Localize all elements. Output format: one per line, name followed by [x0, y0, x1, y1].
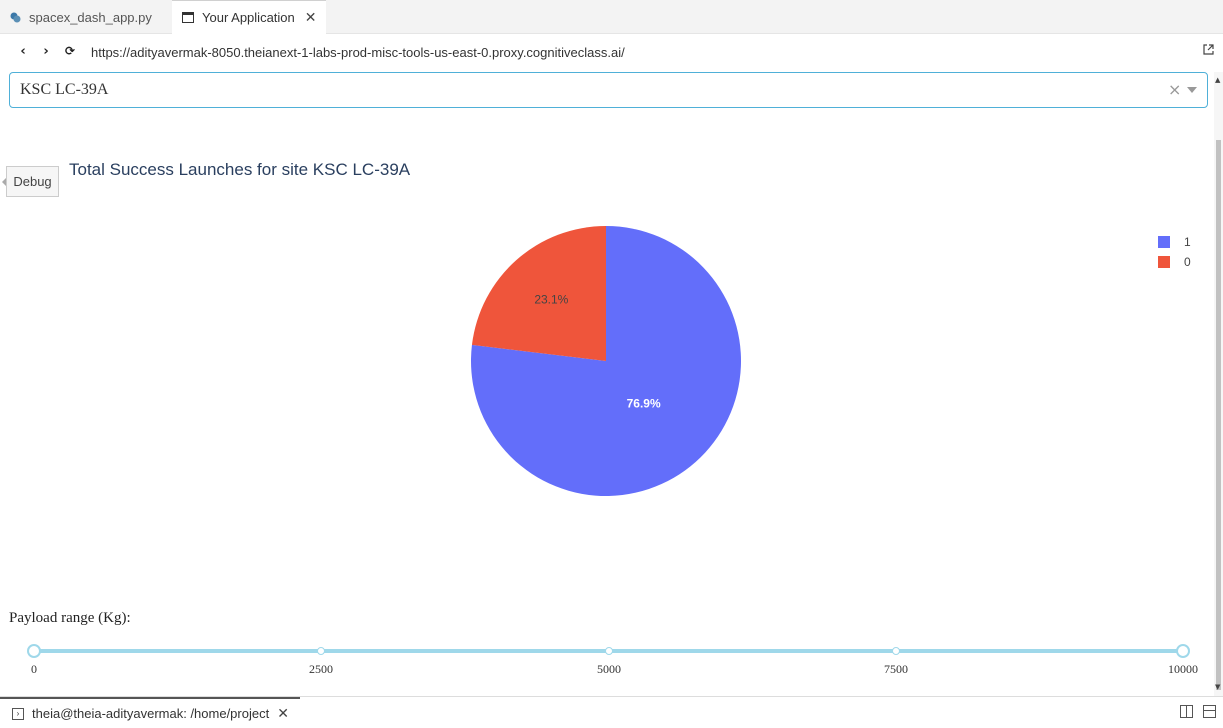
pie-chart: 76.9% 23.1%	[471, 226, 742, 496]
dash-app: KSC LC-39A × Debug Total Success Launche…	[0, 72, 1214, 696]
legend-swatch	[1158, 236, 1170, 248]
slider-tick	[317, 647, 325, 655]
back-icon[interactable]: ‹	[15, 44, 31, 60]
browser-nav-bar: ‹ › ⟳ https://adityavermak-8050.theianex…	[0, 34, 1223, 72]
close-icon[interactable]: ✕	[305, 9, 317, 26]
bottom-panel-bar: › theia@theia-adityavermak: /home/projec…	[0, 696, 1223, 727]
legend-item[interactable]: 0	[1158, 252, 1191, 272]
payload-range-label: Payload range (Kg):	[9, 610, 131, 626]
tab-terminal[interactable]: › theia@theia-adityavermak: /home/projec…	[0, 697, 300, 728]
tab-your-application[interactable]: Your Application ✕	[172, 0, 326, 34]
pie-slice-label: 76.9%	[627, 396, 661, 410]
refresh-icon[interactable]: ⟳	[62, 44, 78, 60]
slider-handle-min[interactable]	[27, 644, 41, 658]
scroll-down-icon[interactable]: ▼	[1215, 683, 1220, 691]
editor-tab-bar: spacex_dash_app.py Your Application ✕	[0, 0, 1223, 34]
panel-controls	[1180, 705, 1216, 718]
browser-window-icon	[182, 12, 194, 23]
chart-legend: 1 0	[1158, 232, 1191, 272]
slider-mark-label: 7500	[884, 662, 908, 676]
tab-label: Your Application	[202, 10, 295, 25]
maximize-panel-icon[interactable]	[1203, 705, 1216, 718]
slider-mark-label: 2500	[309, 662, 333, 676]
slider-mark-label: 0	[31, 662, 37, 676]
close-icon[interactable]: ✕	[277, 705, 289, 722]
slider-mark-label: 5000	[597, 662, 621, 676]
tab-spacex-dash-app[interactable]: spacex_dash_app.py	[0, 0, 172, 34]
url-field[interactable]: https://adityavermak-8050.theianext-1-la…	[91, 45, 625, 60]
legend-label: 1	[1184, 235, 1191, 249]
terminal-icon: ›	[12, 707, 24, 720]
legend-item[interactable]: 1	[1158, 232, 1191, 252]
split-panel-icon[interactable]	[1180, 705, 1193, 718]
scrollbar-thumb[interactable]	[1216, 140, 1221, 690]
slider-mark-label: 10000	[1168, 662, 1198, 676]
legend-swatch	[1158, 256, 1170, 268]
slider-handle-max[interactable]	[1176, 644, 1190, 658]
tab-label: spacex_dash_app.py	[29, 9, 152, 25]
forward-icon[interactable]: ›	[38, 44, 54, 60]
terminal-label: theia@theia-adityavermak: /home/project	[32, 706, 270, 721]
open-external-icon[interactable]	[1203, 44, 1214, 58]
scroll-up-icon[interactable]: ▲	[1215, 76, 1220, 84]
slider-tick	[605, 647, 613, 655]
legend-label: 0	[1184, 255, 1191, 269]
python-icon	[10, 12, 21, 23]
pie-slice-label: 23.1%	[534, 292, 568, 306]
slider-tick	[892, 647, 900, 655]
